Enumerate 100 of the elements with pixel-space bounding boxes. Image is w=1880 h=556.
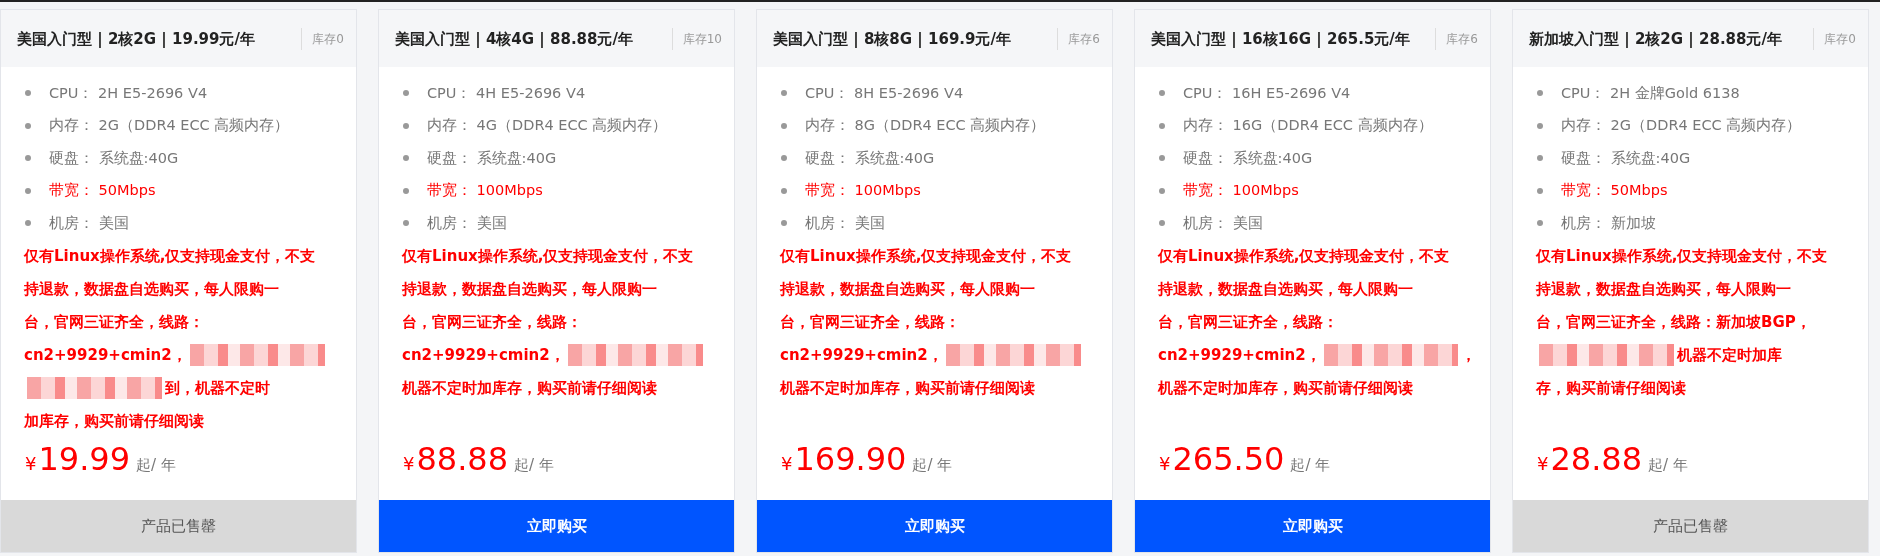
notice-text: 机器不定时加库存，购买前请仔细阅读 [1158,377,1413,399]
plan-title: 美国入门型 | 4核4G | 88.88元/年 [395,29,634,50]
notice-text: cn2+9929+cmin2， [402,344,565,366]
spec-text: 内存： 4G（DDR4 ECC 高频内存） [427,116,668,136]
notice-text: 仅有Linux操作系统,仅支持现金支付，不支 [780,245,1072,267]
bullet-icon [403,155,409,162]
buy-button[interactable]: 立即购买 [1135,500,1490,552]
bullet-icon [1537,187,1543,194]
currency-symbol: ¥ [1159,453,1171,474]
spec-text: 机房： 美国 [427,213,507,233]
notice-text: cn2+9929+cmin2， [1158,344,1321,366]
spec-text: CPU： 2H 金牌Gold 6138 [1561,83,1740,103]
stock-count: 库存0 [1813,28,1856,50]
price-unit: 起/ 年 [1648,456,1688,475]
sold-out-button: 产品已售罄 [1,500,356,552]
price-amount: 88.88 [416,440,509,478]
price-unit: 起/ 年 [912,456,953,475]
notice-text: 持退款，数据盘自选购买，每人限购一 [1536,278,1791,300]
spec-text: CPU： 2H E5-2696 V4 [49,83,208,103]
bullet-icon [781,220,787,227]
notice-text: cn2+9929+cmin2， [24,344,187,366]
notice-text: cn2+9929+cmin2， [780,344,943,366]
notice-text: 仅有Linux操作系统,仅支持现金支付，不支 [1536,245,1828,267]
spec-text: 硬盘： 系统盘:40G [427,148,557,168]
spec-text: 带宽： 50Mbps [49,181,156,201]
bullet-icon [781,155,787,162]
price-amount: 19.99 [38,440,131,478]
spec-text: CPU： 16H E5-2696 V4 [1183,83,1351,103]
spec-text: 机房： 新加坡 [1561,213,1656,233]
price-amount: 28.88 [1550,440,1643,478]
bullet-icon [781,90,787,97]
notice-text: 台，官网三证齐全，线路：新加坡BGP， [1536,311,1811,333]
currency-symbol: ¥ [25,453,37,474]
price-unit: 起/ 年 [136,456,176,475]
notice-text: 机器不定时加库存，购买前请仔细阅读 [780,377,1035,399]
currency-symbol: ¥ [403,453,415,474]
bullet-icon [1537,90,1543,97]
price-unit: 起/ 年 [514,456,554,475]
notice-text: 持退款，数据盘自选购买，每人限购一 [780,278,1035,300]
bullet-icon [1537,155,1543,162]
stock-count: 库存6 [1435,28,1478,50]
spec-text: 带宽： 50Mbps [1561,181,1668,201]
buy-button[interactable]: 立即购买 [757,500,1112,552]
bullet-icon [1537,122,1543,129]
bullet-icon [1159,155,1165,162]
stock-count: 库存6 [1057,28,1100,50]
notice-text: 存，购买前请仔细阅读 [1536,377,1686,399]
bullet-icon [25,187,31,194]
buy-button[interactable]: 立即购买 [379,500,734,552]
bullet-icon [25,90,31,97]
spec-text: 内存： 16G（DDR4 ECC 高频内存） [1183,116,1433,136]
bullet-icon [403,187,409,194]
plan-title: 美国入门型 | 2核2G | 19.99元/年 [17,29,256,50]
notice-text: 仅有Linux操作系统,仅支持现金支付，不支 [402,245,694,267]
bullet-icon [1159,122,1165,129]
currency-symbol: ¥ [1537,453,1549,474]
spec-text: 内存： 2G（DDR4 ECC 高频内存） [49,116,290,136]
spec-text: 内存： 2G（DDR4 ECC 高频内存） [1561,116,1802,136]
spec-text: 机房： 美国 [1183,213,1263,233]
spec-text: 硬盘： 系统盘:40G [49,148,179,168]
bullet-icon [781,187,787,194]
plan-title: 美国入门型 | 16核16G | 265.5元/年 [1151,29,1411,50]
spec-text: 硬盘： 系统盘:40G [1183,148,1313,168]
notice-text: ， [1461,344,1476,366]
spec-text: 内存： 8G（DDR4 ECC 高频内存） [805,116,1046,136]
price-amount: 169.90 [794,440,907,478]
bullet-icon [403,122,409,129]
bullet-icon [1537,220,1543,227]
bullet-icon [1159,90,1165,97]
bullet-icon [25,122,31,129]
bullet-icon [403,90,409,97]
spec-text: 硬盘： 系统盘:40G [1561,148,1691,168]
spec-text: CPU： 4H E5-2696 V4 [427,83,586,103]
notice-text: 机器不定时加库 [1677,344,1782,366]
sold-out-button: 产品已售罄 [1513,500,1868,552]
spec-text: 机房： 美国 [805,213,885,233]
notice-text: 机器不定时加库存，购买前请仔细阅读 [402,377,657,399]
spec-text: 硬盘： 系统盘:40G [805,148,935,168]
bullet-icon [403,220,409,227]
notice-text: 台，官网三证齐全，线路： [402,311,582,333]
stock-count: 库存0 [301,28,344,50]
notice-text: 持退款，数据盘自选购买，每人限购一 [24,278,279,300]
notice-text: 持退款，数据盘自选购买，每人限购一 [1158,278,1413,300]
bullet-icon [781,122,787,129]
notice-text: 仅有Linux操作系统,仅支持现金支付，不支 [24,245,316,267]
spec-text: 带宽： 100Mbps [1183,181,1299,201]
spec-text: CPU： 8H E5-2696 V4 [805,83,964,103]
notice-text: 台，官网三证齐全，线路： [1158,311,1338,333]
plan-title: 美国入门型 | 8核8G | 169.9元/年 [773,29,1012,50]
notice-text: 台，官网三证齐全，线路： [780,311,960,333]
plan-title: 新加坡入门型 | 2核2G | 28.88元/年 [1529,29,1783,50]
spec-text: 机房： 美国 [49,213,129,233]
stock-count: 库存10 [671,28,722,50]
notice-text: 台，官网三证齐全，线路： [24,311,204,333]
bullet-icon [1159,220,1165,227]
bullet-icon [25,220,31,227]
notice-text: 加库存，购买前请仔细阅读 [24,410,204,432]
notice-text: 到，机器不定时 [165,377,270,399]
bullet-icon [25,155,31,162]
spec-text: 带宽： 100Mbps [805,181,921,201]
